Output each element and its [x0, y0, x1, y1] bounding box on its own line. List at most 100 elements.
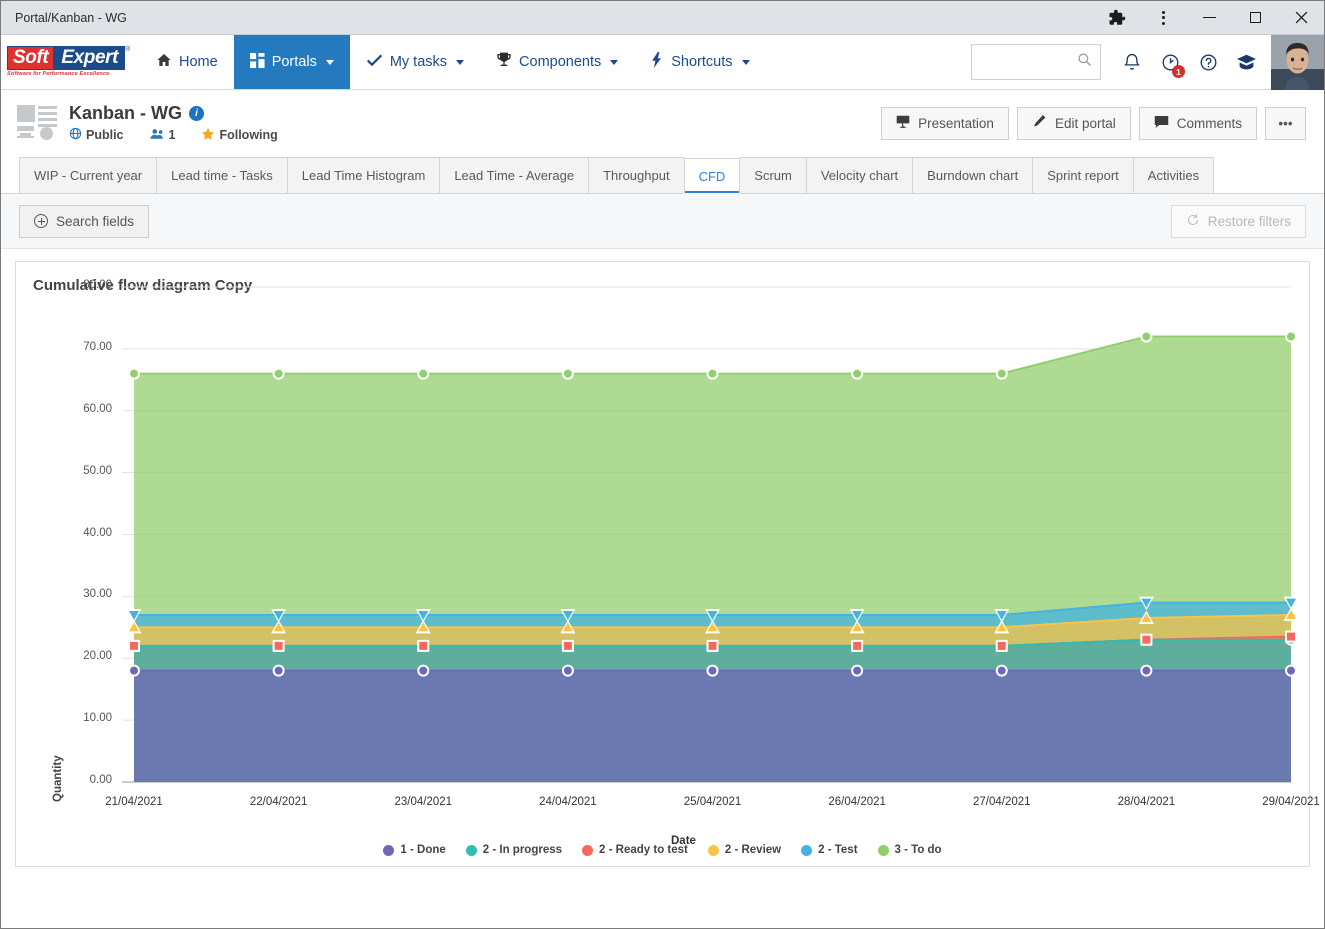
search-fields-button[interactable]: Search fields — [19, 204, 150, 238]
presentation-button[interactable]: Presentation — [881, 106, 1009, 140]
browser-menu-kebab-icon[interactable] — [1140, 1, 1186, 35]
data-point[interactable] — [1142, 332, 1151, 341]
user-avatar[interactable] — [1271, 34, 1324, 90]
clock-alert-icon[interactable]: 1 — [1151, 42, 1189, 82]
comments-button[interactable]: Comments — [1138, 106, 1257, 140]
search-icon[interactable] — [1077, 52, 1092, 72]
tab-velocity-chart[interactable]: Velocity chart — [805, 157, 914, 193]
legend-label: 2 - Ready to test — [599, 844, 688, 856]
legend-label: 3 - To do — [894, 844, 942, 856]
nav-item-shortcuts[interactable]: Shortcuts — [634, 35, 765, 89]
data-point[interactable] — [419, 641, 428, 650]
legend-item[interactable]: 2 - Test — [801, 844, 858, 856]
restore-filters-button[interactable]: Restore filters — [1170, 204, 1306, 238]
chart-legend: 1 - Done 2 - In progress 2 - Ready to test… — [16, 844, 1309, 856]
minimize-button[interactable] — [1186, 1, 1232, 35]
search-input[interactable] — [980, 53, 1077, 71]
x-axis-tick-label: 28/04/2021 — [1117, 796, 1176, 808]
tab-sprint-report[interactable]: Sprint report — [1032, 157, 1134, 193]
tab-burndown-chart[interactable]: Burndown chart — [912, 157, 1034, 193]
maximize-button[interactable] — [1232, 1, 1278, 35]
legend-item[interactable]: 1 - Done — [383, 844, 446, 856]
global-search[interactable] — [971, 44, 1101, 80]
visibility-label: Public — [86, 128, 124, 142]
legend-item[interactable]: 2 - Ready to test — [582, 844, 688, 856]
home-icon — [156, 52, 172, 72]
data-point[interactable] — [708, 666, 717, 675]
help-icon[interactable] — [1189, 42, 1227, 82]
info-icon[interactable]: i — [189, 105, 204, 121]
more-actions-button[interactable]: ••• — [1265, 106, 1306, 140]
data-point[interactable] — [1287, 632, 1295, 641]
tab-scrum[interactable]: Scrum — [739, 157, 807, 193]
members-indicator[interactable]: 1 — [149, 128, 175, 143]
legend-label: 1 - Done — [400, 844, 446, 856]
tab-lead-time-average[interactable]: Lead Time - Average — [439, 157, 590, 193]
logo-registered-mark: ® — [125, 46, 131, 54]
follow-indicator[interactable]: Following — [201, 127, 278, 144]
data-point[interactable] — [130, 369, 138, 378]
data-point[interactable] — [130, 666, 138, 675]
edit-portal-label: Edit portal — [1054, 115, 1116, 131]
data-point[interactable] — [1142, 635, 1151, 644]
chevron-down-icon — [610, 59, 619, 65]
tab-lead-time-histogram[interactable]: Lead Time Histogram — [286, 157, 441, 193]
data-point[interactable] — [853, 666, 862, 675]
legend-item[interactable]: 2 - In progress — [465, 844, 562, 856]
data-point[interactable] — [563, 369, 572, 378]
tab-cfd[interactable]: CFD — [683, 158, 741, 194]
data-point[interactable] — [997, 641, 1006, 650]
y-axis-tick-label: 70.00 — [83, 340, 112, 353]
chevron-down-icon — [325, 59, 334, 65]
logo-expert-text: Expert — [54, 46, 126, 71]
data-point[interactable] — [1287, 332, 1295, 341]
extensions-puzzle-icon[interactable] — [1094, 1, 1140, 35]
data-point[interactable] — [274, 641, 283, 650]
data-point[interactable] — [708, 641, 717, 650]
academy-icon[interactable] — [1227, 42, 1265, 82]
data-point[interactable] — [853, 369, 862, 378]
data-point[interactable] — [419, 666, 428, 675]
nav-item-portals[interactable]: Portals — [233, 35, 350, 89]
data-point[interactable] — [419, 369, 428, 378]
data-point[interactable] — [563, 641, 572, 650]
page-header-actions: Presentation Edit portal Comments ••• — [881, 106, 1306, 140]
data-point[interactable] — [274, 666, 283, 675]
data-point[interactable] — [130, 641, 138, 650]
search-fields-label: Search fields — [56, 213, 135, 229]
pencil-icon — [1032, 114, 1047, 132]
nav-item-label: Home — [179, 54, 218, 70]
data-point[interactable] — [997, 666, 1006, 675]
data-point[interactable] — [997, 369, 1006, 378]
data-point[interactable] — [708, 369, 717, 378]
nav-item-components[interactable]: Components — [480, 35, 634, 89]
tab-wip-current-year[interactable]: WIP - Current year — [19, 157, 158, 193]
ellipsis-icon: ••• — [1278, 115, 1293, 131]
legend-item[interactable]: 2 - Review — [707, 844, 781, 856]
nav-item-home[interactable]: Home — [140, 35, 234, 89]
softexpert-logo[interactable]: Soft Expert ® Software for Performance E… — [1, 35, 140, 89]
chevron-down-icon — [456, 59, 465, 65]
nav-item-label: Components — [519, 54, 602, 70]
tab-activities[interactable]: Activities — [1132, 157, 1215, 193]
x-axis-tick-label: 24/04/2021 — [539, 796, 597, 808]
tab-lead-time-tasks[interactable]: Lead time - Tasks — [156, 157, 288, 193]
nav-item-my-tasks[interactable]: My tasks — [350, 35, 480, 89]
close-button[interactable] — [1278, 1, 1324, 35]
data-point[interactable] — [1142, 666, 1151, 675]
area-series[interactable] — [134, 670, 1291, 782]
data-point[interactable] — [274, 369, 283, 378]
data-point[interactable] — [1287, 666, 1295, 675]
visibility-indicator[interactable]: Public — [69, 127, 124, 143]
legend-color-swatch — [582, 844, 594, 856]
bell-icon[interactable] — [1113, 42, 1151, 82]
data-point[interactable] — [853, 641, 862, 650]
tab-throughput[interactable]: Throughput — [588, 157, 685, 193]
x-axis-tick-label: 26/04/2021 — [828, 796, 886, 808]
legend-item[interactable]: 3 - To do — [877, 844, 942, 856]
tab-label: CFD — [698, 168, 726, 184]
x-axis-tick-label: 23/04/2021 — [394, 796, 453, 808]
edit-portal-button[interactable]: Edit portal — [1016, 106, 1131, 140]
y-axis-tick-label: 60.00 — [83, 402, 112, 415]
data-point[interactable] — [563, 666, 572, 675]
